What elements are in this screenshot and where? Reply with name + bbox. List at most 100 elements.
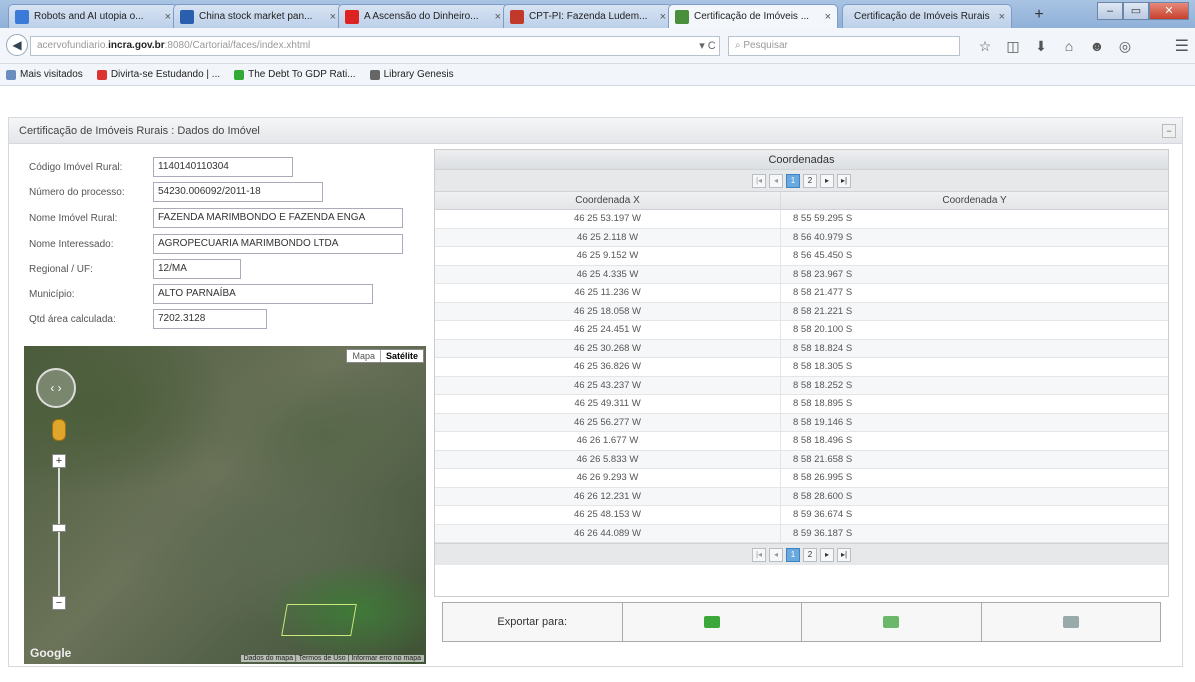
table-row[interactable]: 46 25 11.236 W 8 58 21.477 S	[435, 284, 1168, 303]
bookmarks-list-icon[interactable]: ◫	[1000, 35, 1026, 57]
cell-coordenada-x: 46 25 9.152 W	[435, 247, 781, 265]
kml-icon	[703, 616, 720, 628]
table-row[interactable]: 46 25 30.268 W 8 58 18.824 S	[435, 339, 1168, 358]
nome-interessado-input[interactable]: AGROPECUARIA MARIMBONDO LTDA	[153, 234, 403, 254]
browser-tab[interactable]: China stock market pan... ×	[173, 4, 343, 28]
window-controls: – ▭ ✕	[1097, 2, 1189, 20]
download-icon[interactable]: ⬇	[1028, 35, 1054, 57]
pager-page-2[interactable]: 2	[803, 547, 817, 562]
regional-uf-input[interactable]: 12/MA	[153, 259, 241, 279]
pager-page-1[interactable]: 1	[786, 173, 800, 188]
column-header-x[interactable]: Coordenada X	[435, 192, 781, 209]
field-codigo-imovel: Código Imóvel Rural: 1140140110304	[29, 156, 293, 178]
export-shapefile-button[interactable]	[802, 603, 982, 641]
tab-close-icon[interactable]: ×	[825, 11, 831, 23]
pan-control-icon[interactable]: ‹ ›	[36, 368, 76, 408]
area-calculada-input[interactable]: 7202.3128	[153, 309, 267, 329]
pager-first-button[interactable]: |◂	[752, 173, 766, 188]
pager-page-2[interactable]: 2	[803, 173, 817, 188]
map-type-mapa[interactable]: Mapa	[347, 350, 380, 362]
codigo-imovel-input[interactable]: 1140140110304	[153, 157, 293, 177]
maximize-button[interactable]: ▭	[1123, 2, 1149, 20]
table-row[interactable]: 46 25 4.335 W 8 58 23.967 S	[435, 265, 1168, 284]
new-tab-button[interactable]: +	[1027, 6, 1051, 26]
bookmark-icon	[369, 69, 380, 80]
collapse-button[interactable]: −	[1162, 124, 1176, 138]
table-row[interactable]: 46 25 53.197 W 8 55 59.295 S	[435, 210, 1168, 229]
browser-tab[interactable]: Certificação de Imóveis Rurais ×	[842, 4, 1012, 28]
table-row[interactable]: 46 25 48.153 W 8 59 36.674 S	[435, 506, 1168, 525]
pager-last-button[interactable]: ▸|	[837, 173, 851, 188]
field-label: Número do processo:	[29, 186, 125, 198]
addon-icon[interactable]: ◎	[1112, 35, 1138, 57]
map-type-satellite[interactable]: Satélite	[379, 350, 423, 362]
municipio-input[interactable]: ALTO PARNAÍBA	[153, 284, 373, 304]
browser-tab[interactable]: Robots and AI utopia o... ×	[8, 4, 178, 28]
tab-close-icon[interactable]: ×	[330, 11, 336, 23]
tab-close-icon[interactable]: ×	[660, 11, 666, 23]
zoom-slider-handle[interactable]	[52, 524, 66, 532]
reload-button[interactable]: ▾ C	[695, 36, 720, 56]
menu-icon[interactable]: ☰	[1175, 36, 1189, 56]
bookmark-star-icon[interactable]: ☆	[972, 35, 998, 57]
tab-label: A Ascensão do Dinheiro...	[364, 11, 479, 22]
browser-tab[interactable]: A Ascensão do Dinheiro... ×	[338, 4, 508, 28]
table-row[interactable]: 46 26 9.293 W 8 58 26.995 S	[435, 469, 1168, 488]
table-row[interactable]: 46 25 2.118 W 8 56 40.979 S	[435, 228, 1168, 247]
close-window-button[interactable]: ✕	[1149, 2, 1189, 20]
search-input[interactable]: ⌕ Pesquisar	[728, 36, 960, 56]
tab-favicon-icon	[180, 9, 194, 24]
pager-prev-button[interactable]: ◂	[769, 547, 783, 562]
table-row[interactable]: 46 26 5.833 W 8 58 21.658 S	[435, 450, 1168, 469]
browser-tab[interactable]: CPT-PI: Fazenda Ludem... ×	[503, 4, 673, 28]
zoom-out-button[interactable]: −	[52, 596, 66, 610]
bookmark-item[interactable]: The Debt To GDP Rati...	[234, 69, 356, 80]
bookmark-item[interactable]: Mais visitados	[6, 69, 83, 80]
table-row[interactable]: 46 26 44.089 W 8 59 36.187 S	[435, 524, 1168, 543]
chat-icon[interactable]: ☻	[1084, 35, 1110, 57]
street-view-pegman-icon[interactable]	[52, 419, 66, 441]
tab-close-icon[interactable]: ×	[999, 11, 1005, 23]
pager-last-button[interactable]: ▸|	[837, 547, 851, 562]
zoom-in-button[interactable]: +	[52, 454, 66, 468]
pager-first-button[interactable]: |◂	[752, 547, 766, 562]
nome-imovel-input[interactable]: FAZENDA MARIMBONDO E FAZENDA ENGA	[153, 208, 403, 228]
bookmark-icon	[96, 69, 107, 80]
export-kml-button[interactable]	[623, 603, 802, 641]
bookmark-item[interactable]: Divirta-se Estudando | ...	[96, 69, 220, 80]
table-row[interactable]: 46 25 18.058 W 8 58 21.221 S	[435, 302, 1168, 321]
tab-favicon-icon	[15, 9, 29, 24]
table-row[interactable]: 46 26 1.677 W 8 58 18.496 S	[435, 432, 1168, 451]
pager-prev-button[interactable]: ◂	[769, 173, 783, 188]
export-pdf-button[interactable]	[982, 603, 1161, 641]
browser-tab[interactable]: Certificação de Imóveis ... ×	[668, 4, 838, 28]
pager-next-button[interactable]: ▸	[820, 173, 834, 188]
zoom-slider-track[interactable]	[58, 458, 60, 606]
home-icon[interactable]: ⌂	[1056, 35, 1082, 57]
bookmark-item[interactable]: Library Genesis	[369, 69, 454, 80]
column-header-y[interactable]: Coordenada Y	[781, 192, 1168, 209]
numero-processo-input[interactable]: 54230.006092/2011-18	[153, 182, 323, 202]
tab-close-icon[interactable]: ×	[495, 11, 501, 23]
table-row[interactable]: 46 25 36.826 W 8 58 18.305 S	[435, 358, 1168, 377]
url-bar[interactable]: acervofundiario.incra.gov.br:8080/Cartor…	[30, 36, 720, 56]
field-label: Qtd área calculada:	[29, 313, 116, 325]
cell-coordenada-x: 46 25 53.197 W	[435, 210, 781, 228]
satellite-map[interactable]: Mapa Satélite ‹ › + − Google Dados do ma…	[24, 346, 426, 664]
pager-page-1[interactable]: 1	[786, 547, 800, 562]
cell-coordenada-y: 8 58 28.600 S	[793, 490, 853, 502]
page-content: Certificação de Imóveis Rurais : Dados d…	[0, 87, 1195, 682]
pager-next-button[interactable]: ▸	[820, 547, 834, 562]
table-row[interactable]: 46 25 43.237 W 8 58 18.252 S	[435, 376, 1168, 395]
table-row[interactable]: 46 25 56.277 W 8 58 19.146 S	[435, 413, 1168, 432]
table-row[interactable]: 46 25 49.311 W 8 58 18.895 S	[435, 395, 1168, 414]
panel-title: Certificação de Imóveis Rurais : Dados d…	[9, 118, 1182, 144]
table-row[interactable]: 46 25 9.152 W 8 56 45.450 S	[435, 247, 1168, 266]
table-row[interactable]: 46 25 24.451 W 8 58 20.100 S	[435, 321, 1168, 340]
cell-coordenada-x: 46 26 1.677 W	[435, 432, 781, 450]
back-button[interactable]: ◀	[6, 34, 28, 56]
minimize-button[interactable]: –	[1097, 2, 1123, 20]
map-attribution[interactable]: Dados do mapa | Termos de Uso | Informar…	[240, 655, 424, 662]
table-row[interactable]: 46 26 12.231 W 8 58 28.600 S	[435, 487, 1168, 506]
tab-close-icon[interactable]: ×	[165, 11, 171, 23]
